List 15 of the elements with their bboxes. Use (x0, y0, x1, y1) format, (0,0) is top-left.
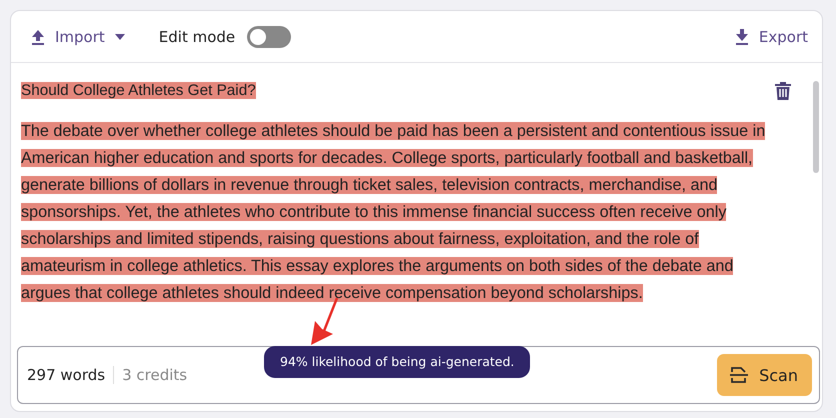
trash-icon[interactable] (775, 82, 791, 100)
word-count: 297 words (27, 366, 114, 384)
upload-icon (31, 28, 45, 44)
scrollbar[interactable] (813, 81, 819, 173)
download-icon (734, 28, 749, 44)
caret-icon (114, 34, 125, 40)
export-button[interactable]: Export (730, 24, 812, 50)
credit-count: 3 credits (121, 366, 188, 384)
ai-likelihood-tooltip: 94% likelihood of being ai-generated. (264, 346, 530, 378)
edit-mode-toggle[interactable] (247, 26, 292, 48)
scan-button[interactable]: Scan (717, 354, 812, 396)
scan-icon (729, 365, 750, 385)
import-button[interactable]: Import (27, 24, 129, 50)
essay-title: Should College Athletes Get Paid? (21, 81, 256, 101)
edit-mode-label: Edit mode (158, 28, 236, 46)
